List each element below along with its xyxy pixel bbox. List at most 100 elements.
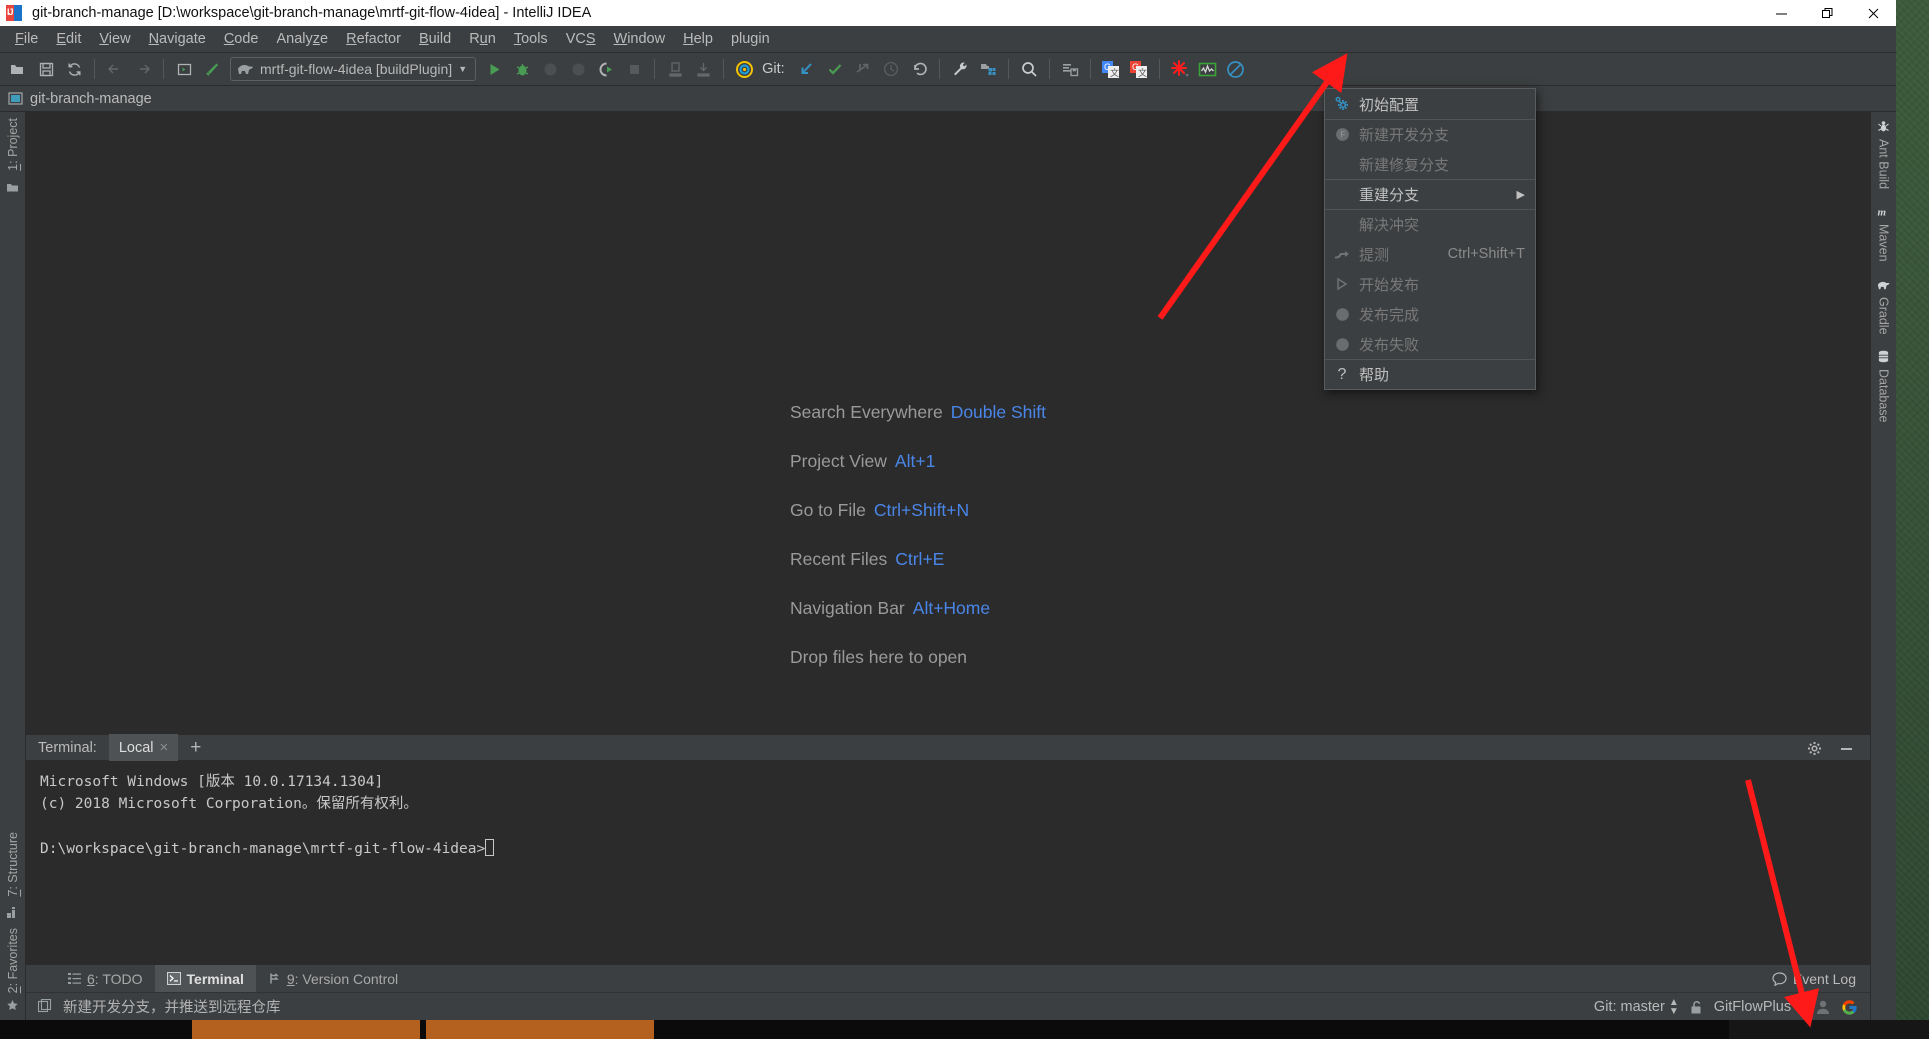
save-all-icon[interactable] bbox=[32, 56, 60, 82]
menu-refactor[interactable]: Refactor bbox=[337, 28, 410, 50]
menu-build[interactable]: Build bbox=[410, 28, 460, 50]
structure-tab-prefix: 7 bbox=[5, 889, 20, 897]
intellij-idea-logo-icon: IJ bbox=[6, 4, 24, 22]
close-button[interactable] bbox=[1850, 0, 1896, 26]
forward-arrow-icon[interactable] bbox=[129, 56, 157, 82]
menu-code[interactable]: Code bbox=[215, 28, 268, 50]
terminal-tab-local[interactable]: Local × bbox=[108, 734, 179, 761]
menu-item-help[interactable]: ? 帮助 bbox=[1325, 359, 1535, 389]
user-avatar-icon[interactable] bbox=[1815, 999, 1831, 1015]
run-with-coverage-button[interactable] bbox=[536, 56, 564, 82]
tip-shortcut: Ctrl+E bbox=[895, 549, 945, 569]
gitflowplus-starburst-icon[interactable] bbox=[1166, 56, 1194, 82]
stop-button[interactable] bbox=[620, 56, 648, 82]
menu-file[interactable]: File bbox=[6, 28, 47, 50]
menu-help[interactable]: Help bbox=[674, 28, 722, 50]
sidebar-item-gradle[interactable]: Gradle bbox=[1873, 291, 1895, 341]
gitflowplus-widget[interactable]: GitFlowPlus ▲ ▼ bbox=[1714, 998, 1805, 1017]
taskbar-item[interactable] bbox=[426, 1020, 654, 1039]
close-icon[interactable]: × bbox=[160, 739, 169, 756]
minimize-button[interactable] bbox=[1758, 0, 1804, 26]
attach-process-button[interactable] bbox=[592, 56, 620, 82]
google-translate-blue-icon[interactable]: G文 bbox=[1097, 56, 1125, 82]
build-hammer-icon[interactable] bbox=[198, 56, 226, 82]
terminal-output[interactable]: Microsoft Windows [版本 10.0.17134.1304] (… bbox=[26, 761, 1870, 964]
database-save-icon[interactable] bbox=[1056, 56, 1084, 82]
git-push-icon[interactable] bbox=[849, 56, 877, 82]
terminal-tool-window: Terminal: Local × + Microsoft Windows [版… bbox=[26, 734, 1870, 964]
maven-label: Maven bbox=[1876, 224, 1891, 262]
sync-refresh-icon[interactable] bbox=[60, 56, 88, 82]
taskbar-tray[interactable] bbox=[1729, 1020, 1929, 1039]
settings-wrench-icon[interactable] bbox=[946, 56, 974, 82]
gradle-elephant-icon bbox=[1877, 281, 1890, 289]
download-icon[interactable] bbox=[689, 56, 717, 82]
google-translate-red-icon[interactable]: G文 bbox=[1125, 56, 1153, 82]
toolbar-separator bbox=[1089, 59, 1091, 79]
favorites-tab-label: : Favorites bbox=[5, 927, 20, 987]
menu-vcs[interactable]: VCS bbox=[557, 28, 605, 50]
menu-item-label: 发布失败 bbox=[1359, 336, 1420, 354]
gear-icon[interactable] bbox=[1800, 736, 1828, 762]
run-configuration-selector[interactable]: mrtf-git-flow-4idea [buildPlugin] ▼ bbox=[230, 57, 477, 81]
menu-item-init-config[interactable]: 初始配置 bbox=[1325, 89, 1535, 119]
bottom-tab-todo[interactable]: 6: TODO bbox=[56, 965, 155, 992]
sidebar-item-maven[interactable]: Maven bbox=[1873, 218, 1895, 268]
menu-run[interactable]: Run bbox=[460, 28, 505, 50]
breadcrumb-project[interactable]: git-branch-manage bbox=[30, 91, 152, 107]
run-button[interactable] bbox=[480, 56, 508, 82]
maven-icon: m bbox=[1878, 207, 1887, 219]
back-arrow-icon[interactable] bbox=[101, 56, 129, 82]
bottom-tab-terminal[interactable]: Terminal bbox=[154, 965, 256, 992]
vc-tab-prefix: 9 bbox=[286, 970, 295, 987]
git-branch-widget[interactable]: Git: master ▲ ▼ bbox=[1594, 998, 1679, 1017]
git-commit-icon[interactable] bbox=[821, 56, 849, 82]
activity-monitor-icon[interactable] bbox=[1194, 56, 1222, 82]
new-terminal-tab-button[interactable]: + bbox=[178, 738, 213, 757]
no-entry-icon[interactable] bbox=[1222, 56, 1250, 82]
hide-tool-window-icon[interactable] bbox=[1832, 736, 1860, 762]
sidebar-item-project[interactable]: 1: Project bbox=[2, 112, 24, 177]
navigation-bar[interactable]: git-branch-manage bbox=[0, 86, 1896, 112]
menu-item-rebuild-branch[interactable]: 重建分支 ▶ bbox=[1325, 179, 1535, 209]
update-project-icon[interactable] bbox=[661, 56, 689, 82]
open-folder-icon[interactable] bbox=[4, 56, 32, 82]
menu-item-label: 初始配置 bbox=[1359, 96, 1420, 114]
left-tool-strip: 1: Project 7: Structure 2: Favorites bbox=[0, 112, 26, 1020]
terminal-tab-name: Terminal bbox=[186, 970, 244, 987]
chevron-down-icon[interactable]: ▼ bbox=[458, 64, 467, 74]
copy-icon[interactable] bbox=[38, 999, 53, 1014]
menu-edit[interactable]: Edit bbox=[47, 28, 90, 50]
tip-row: Go to File Ctrl+Shift+N bbox=[790, 500, 1046, 521]
search-icon[interactable] bbox=[1015, 56, 1043, 82]
menu-window[interactable]: Window bbox=[605, 28, 675, 50]
sidebar-item-favorites[interactable]: 2: Favorites bbox=[2, 922, 24, 999]
git-history-icon[interactable] bbox=[877, 56, 905, 82]
tomcat-icon[interactable] bbox=[730, 56, 758, 82]
toolbar-separator bbox=[163, 59, 164, 79]
menu-plugin[interactable]: plugin bbox=[722, 28, 779, 50]
google-g-icon[interactable] bbox=[1841, 999, 1858, 1016]
taskbar-item[interactable] bbox=[192, 1020, 420, 1039]
editor-empty-area[interactable]: Search Everywhere Double Shift Project Vi… bbox=[26, 112, 1870, 734]
sidebar-item-ant-build[interactable]: Ant Build bbox=[1873, 133, 1895, 195]
menu-tools[interactable]: Tools bbox=[505, 28, 557, 50]
maximize-button[interactable] bbox=[1804, 0, 1850, 26]
no-icon bbox=[1331, 155, 1353, 173]
sidebar-item-database[interactable]: Database bbox=[1873, 363, 1895, 429]
git-revert-icon[interactable] bbox=[905, 56, 933, 82]
menu-analyze[interactable]: Analyze bbox=[268, 28, 338, 50]
unlocked-icon[interactable] bbox=[1689, 1000, 1704, 1015]
menu-item-resolve-conflict: 解决冲突 bbox=[1325, 209, 1535, 239]
profile-button[interactable] bbox=[564, 56, 592, 82]
git-update-icon[interactable] bbox=[793, 56, 821, 82]
terminal-header: Terminal: Local × + bbox=[26, 734, 1870, 761]
bottom-tab-version-control[interactable]: 9: Version Control bbox=[256, 965, 410, 992]
debug-button[interactable] bbox=[508, 56, 536, 82]
project-structure-icon[interactable] bbox=[974, 56, 1002, 82]
sidebar-item-structure[interactable]: 7: Structure bbox=[2, 826, 24, 903]
compile-icon[interactable] bbox=[170, 56, 198, 82]
event-log-button[interactable]: Event Log bbox=[1772, 971, 1856, 987]
menu-navigate[interactable]: Navigate bbox=[140, 28, 215, 50]
menu-view[interactable]: View bbox=[90, 28, 139, 50]
